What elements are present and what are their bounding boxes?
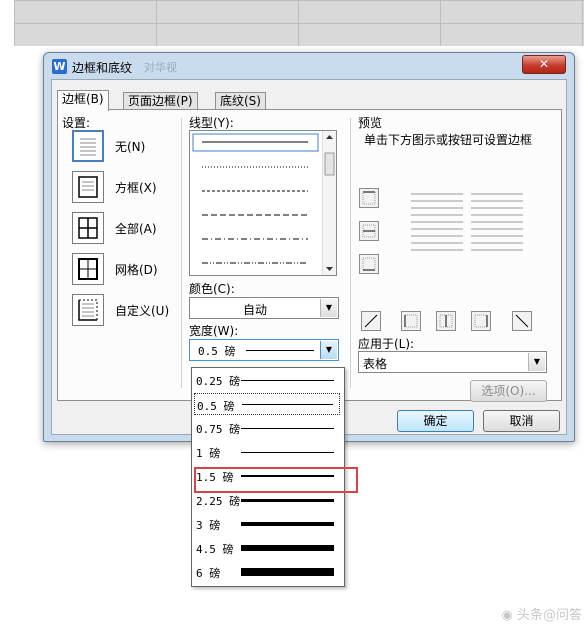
watermark-logo-icon: ◉: [501, 608, 513, 623]
border-top-button[interactable]: [359, 188, 379, 208]
setting-none-label[interactable]: 无(N): [115, 138, 145, 155]
chevron-down-icon: ▼: [528, 353, 545, 371]
width-option-label: 1 磅: [196, 447, 221, 460]
width-option-label: 3 磅: [196, 519, 221, 532]
setting-custom-label[interactable]: 自定义(U): [115, 302, 169, 319]
color-label: 颜色(C):: [189, 282, 235, 296]
close-icon: ✕: [538, 57, 550, 71]
border-right-button[interactable]: [471, 311, 491, 331]
setting-box-label[interactable]: 方框(X): [115, 179, 157, 196]
width-option-label: 0.5 磅: [197, 400, 235, 413]
line-style-scrollbar[interactable]: [322, 131, 336, 275]
chevron-down-icon: ▼: [320, 341, 337, 359]
border-bottom-button[interactable]: [359, 254, 379, 274]
setting-grid-label[interactable]: 网格(D): [115, 261, 158, 278]
border-diagonal-down-button[interactable]: [512, 311, 532, 331]
title-bar[interactable]: W 边框和底纹 对华视 ✕: [44, 53, 574, 79]
width-option-0-5[interactable]: 0.5 磅: [194, 393, 340, 415]
chevron-down-icon: ▼: [320, 299, 337, 317]
document-table-background: [14, 0, 584, 46]
apply-to-label: 应用于(L):: [358, 337, 415, 351]
width-value-line: [246, 350, 314, 351]
width-option-label: 0.25 磅: [196, 375, 241, 388]
setting-none-icon[interactable]: [72, 130, 104, 162]
column-divider-2: [350, 118, 351, 388]
width-option-line: [241, 452, 334, 453]
width-option-line: [241, 568, 334, 576]
dialog-title: 边框和底纹: [72, 61, 133, 75]
apply-to-value: 表格: [363, 357, 388, 371]
width-option-0-25[interactable]: 0.25 磅: [194, 369, 340, 391]
close-button[interactable]: ✕: [522, 55, 566, 74]
width-option-label: 2.25 磅: [196, 495, 241, 508]
line-style-list[interactable]: [189, 130, 337, 276]
preview-hint: 单击下方图示或按钮可设置边框: [364, 133, 533, 147]
width-option-label: 6 磅: [196, 567, 221, 580]
width-select[interactable]: 0.5 磅 ▼: [189, 339, 339, 361]
width-option-1[interactable]: 1 磅: [194, 441, 340, 463]
setting-grid-icon[interactable]: [72, 253, 104, 285]
width-option-label: 4.5 磅: [196, 543, 234, 556]
highlight-annotation-box: [194, 467, 358, 493]
tab-shading[interactable]: 底纹(S): [215, 92, 266, 110]
border-diagonal-up-button[interactable]: [361, 311, 381, 331]
borders-tab-pane: 设置: 无(N) 方框(X) 全部(A) 网格(D) 自定义(U) 线型(Y):…: [57, 109, 562, 402]
tab-page-border[interactable]: 页面边框(P): [123, 92, 198, 110]
setting-all-label[interactable]: 全部(A): [115, 220, 157, 237]
border-middle-button[interactable]: [359, 221, 379, 241]
width-option-line: [241, 522, 334, 526]
watermark: ◉ 头条@问答: [502, 604, 583, 623]
options-button[interactable]: 选项(O)...: [470, 380, 547, 402]
width-option-line: [241, 380, 334, 381]
setting-all-icon[interactable]: [72, 212, 104, 244]
color-select[interactable]: 自动 ▼: [189, 297, 339, 319]
setting-box-icon[interactable]: [72, 171, 104, 203]
width-option-6[interactable]: 6 磅: [194, 561, 340, 583]
color-value: 自动: [242, 303, 267, 317]
column-divider: [181, 118, 182, 388]
width-value: 0.5 磅: [198, 345, 236, 358]
setting-custom-icon[interactable]: [72, 294, 104, 326]
width-label: 宽度(W):: [189, 324, 239, 338]
ok-button[interactable]: 确定: [397, 410, 474, 432]
apply-to-select[interactable]: 表格 ▼: [358, 351, 547, 373]
setting-group-label: 设置:: [62, 116, 91, 130]
cancel-button[interactable]: 取消: [483, 410, 560, 432]
border-center-button[interactable]: [436, 311, 456, 331]
width-option-0-75[interactable]: 0.75 磅: [194, 417, 340, 439]
line-style-label: 线型(Y):: [189, 116, 234, 130]
width-option-line: [241, 499, 334, 502]
width-option-line: [241, 545, 334, 551]
width-option-line: [242, 404, 333, 405]
width-option-3[interactable]: 3 磅: [194, 513, 340, 535]
preview-label: 预览: [358, 116, 383, 130]
width-option-line: [241, 428, 334, 429]
width-option-label: 0.75 磅: [196, 423, 241, 436]
wps-logo-icon: W: [52, 59, 67, 74]
width-option-4-5[interactable]: 4.5 磅: [194, 537, 340, 559]
tab-borders[interactable]: 边框(B): [57, 90, 109, 111]
border-left-button[interactable]: [401, 311, 421, 331]
dialog-ghost-title: 对华视: [144, 61, 177, 74]
preview-area[interactable]: [411, 192, 524, 256]
watermark-text: 头条@问答: [516, 608, 582, 623]
